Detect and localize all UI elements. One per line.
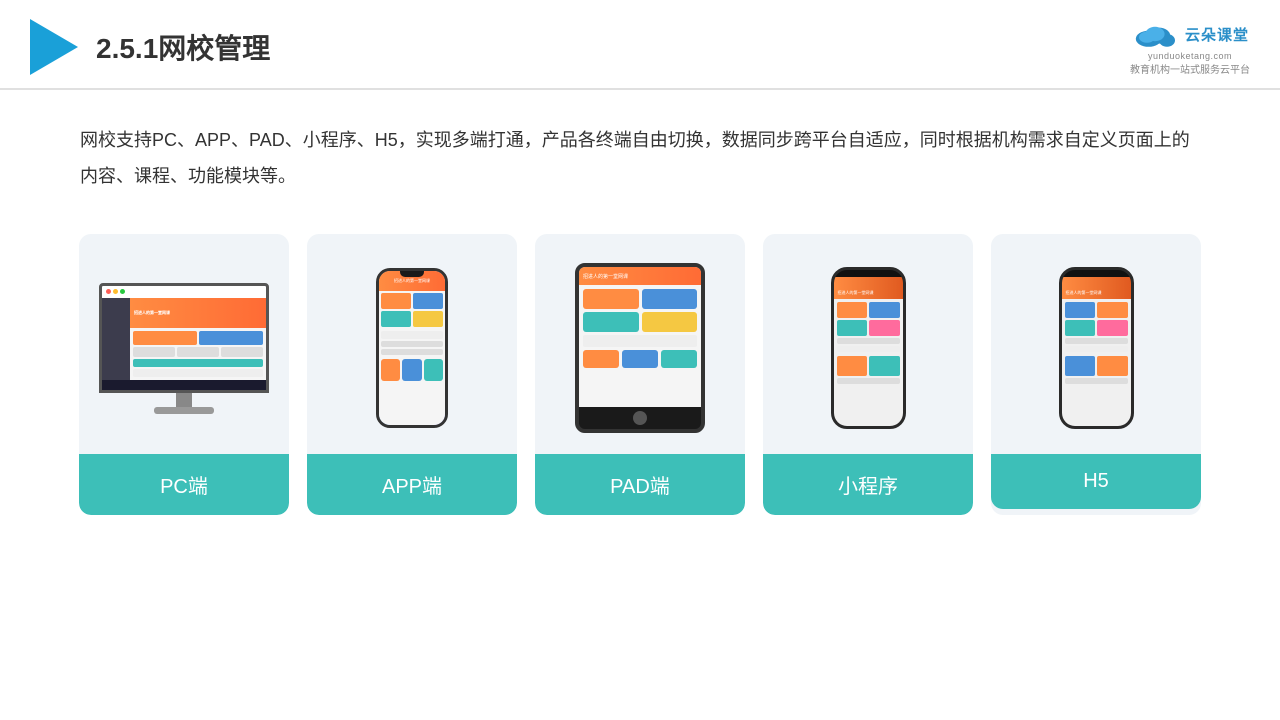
platform-cards: 招进人的第一堂网课: [0, 204, 1280, 535]
card-pad-label: PAD端: [535, 454, 745, 515]
pad-tablet-mockup: 招进人的第一堂网课: [575, 263, 705, 433]
phone-notch: [400, 271, 424, 277]
title-text: 网校管理: [158, 33, 270, 64]
brand-logo: 云朵课堂 yunduoketang.com 教育机构一站式服务云平台: [1130, 18, 1250, 76]
header-left: 2.5.1网校管理: [30, 19, 270, 75]
card-app: 招进人的第一堂网课: [307, 234, 517, 515]
h5-phone-notch: [1082, 270, 1110, 277]
section-number: 2.5.1: [96, 33, 158, 64]
card-h5: 招进人的第一堂网课: [991, 234, 1201, 515]
miniprogram-phone-mockup: 招进人的第一堂网课: [831, 267, 906, 429]
card-miniprogram-label: 小程序: [763, 454, 973, 515]
logo-chinese: 云朵课堂: [1185, 24, 1249, 45]
card-h5-image: 招进人的第一堂网课: [991, 234, 1201, 454]
mini-phone-notch: [854, 270, 882, 277]
card-pc-image: 招进人的第一堂网课: [79, 234, 289, 454]
card-app-label: APP端: [307, 454, 517, 515]
page-title: 2.5.1网校管理: [96, 27, 270, 67]
h5-phone-screen: 招进人的第一堂网课: [1062, 270, 1131, 426]
h5-phone-mockup: 招进人的第一堂网课: [1059, 267, 1134, 429]
logo-tagline: 教育机构一站式服务云平台: [1130, 61, 1250, 76]
card-pad-image: 招进人的第一堂网课: [535, 234, 745, 454]
play-triangle-icon: [30, 19, 78, 75]
card-pc: 招进人的第一堂网课: [79, 234, 289, 515]
cloud-icon: [1131, 18, 1179, 50]
card-h5-label: H5: [991, 454, 1201, 509]
tablet-screen: 招进人的第一堂网课: [579, 267, 701, 407]
pc-monitor-mockup: 招进人的第一堂网课: [99, 283, 269, 414]
description-text: 网校支持PC、APP、PAD、小程序、H5，实现多端打通，产品各终端自由切换，数…: [0, 90, 1280, 204]
app-phone-mockup: 招进人的第一堂网课: [376, 268, 448, 428]
card-miniprogram-image: 招进人的第一堂网课: [763, 234, 973, 454]
cloud-logo-container: 云朵课堂: [1131, 18, 1249, 50]
card-pad: 招进人的第一堂网课: [535, 234, 745, 515]
card-miniprogram: 招进人的第一堂网课: [763, 234, 973, 515]
logo-english: yunduoketang.com: [1148, 51, 1232, 61]
card-app-image: 招进人的第一堂网课: [307, 234, 517, 454]
description-paragraph: 网校支持PC、APP、PAD、小程序、H5，实现多端打通，产品各终端自由切换，数…: [80, 122, 1200, 194]
phone-screen: 招进人的第一堂网课: [379, 271, 445, 425]
card-pc-label: PC端: [79, 454, 289, 515]
mini-phone-screen: 招进人的第一堂网课: [834, 270, 903, 426]
tablet-home-button: [633, 411, 647, 425]
page-header: 2.5.1网校管理 云朵课堂 yunduoketang.com 教育机构一站式服…: [0, 0, 1280, 90]
